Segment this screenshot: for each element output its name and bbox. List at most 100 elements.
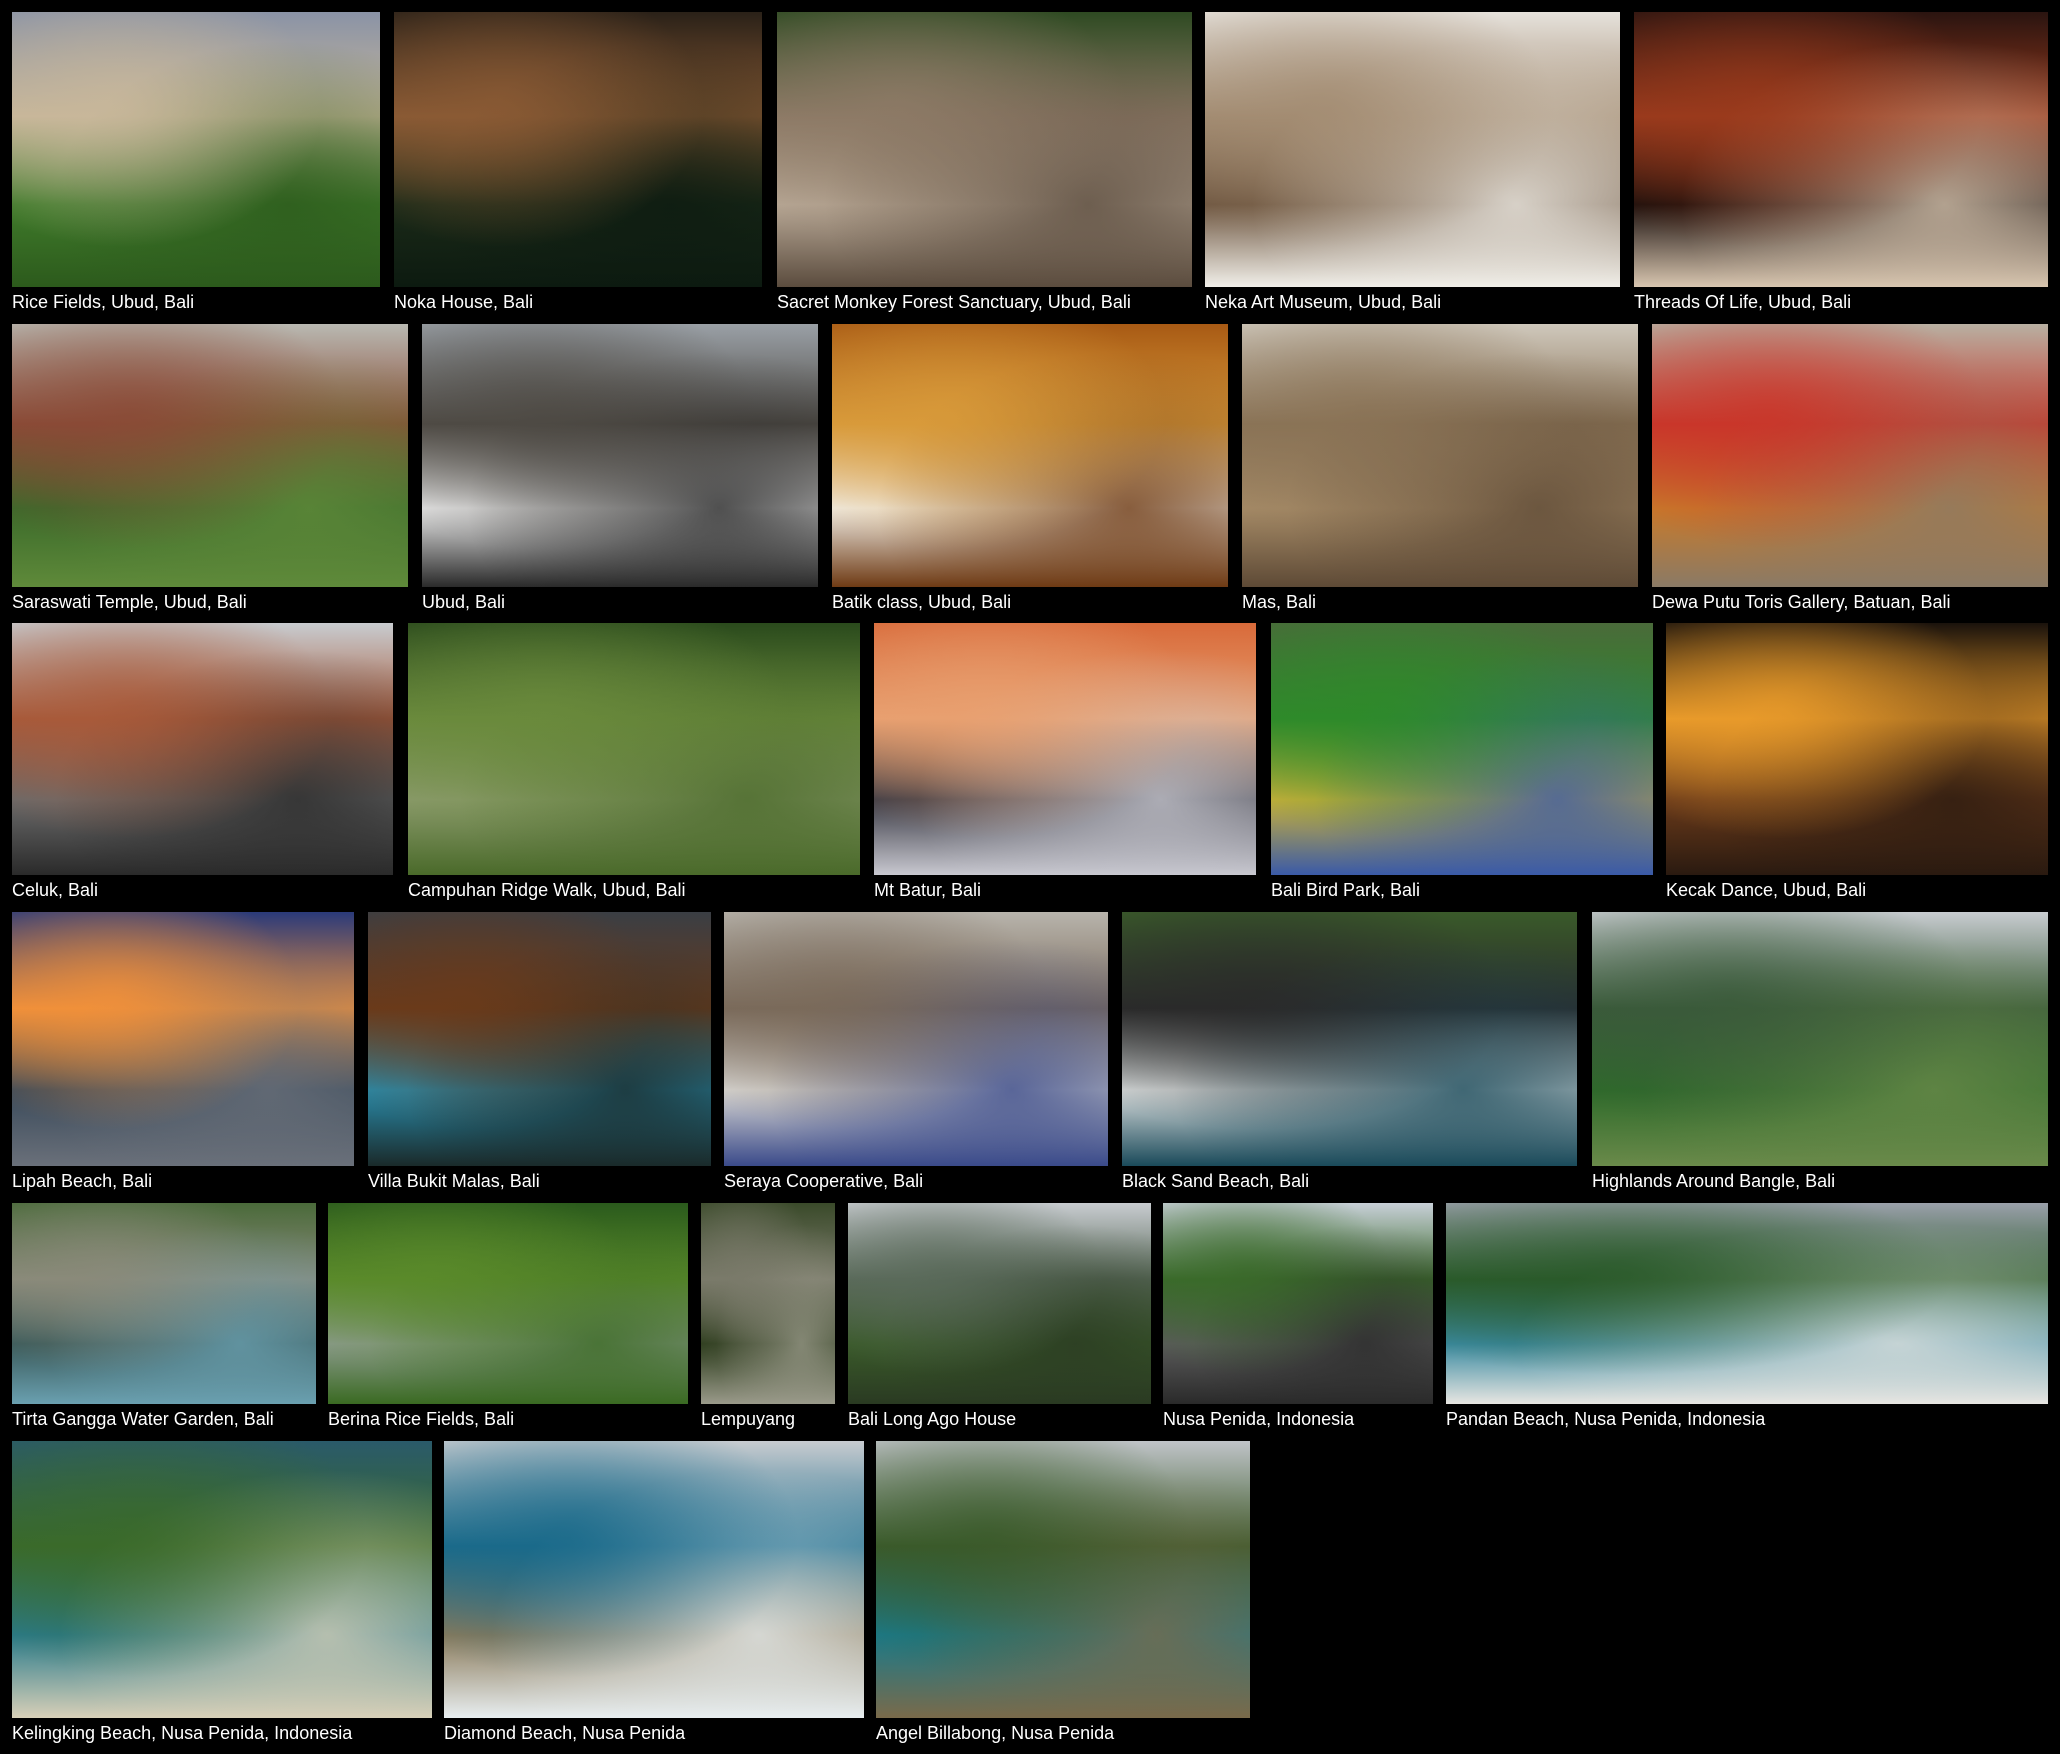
gallery-tile[interactable]: Sacret Monkey Forest Sanctuary, Ubud, Ba…: [777, 12, 1192, 313]
photo-scene: [777, 12, 1192, 287]
gallery-photo[interactable]: [12, 623, 393, 875]
gallery-tile[interactable]: Batik class, Ubud, Bali: [832, 324, 1228, 613]
photo-scene: [12, 912, 354, 1166]
gallery-photo[interactable]: [12, 1441, 432, 1718]
photo-caption[interactable]: Berina Rice Fields, Bali: [328, 1408, 514, 1430]
photo-caption[interactable]: Kecak Dance, Ubud, Bali: [1666, 879, 1866, 901]
photo-scene: [328, 1203, 688, 1404]
gallery-photo[interactable]: [1163, 1203, 1433, 1404]
gallery-tile[interactable]: Saraswati Temple, Ubud, Bali: [12, 324, 408, 613]
photo-scene: [368, 912, 711, 1166]
gallery-photo[interactable]: [1592, 912, 2048, 1166]
photo-caption[interactable]: Kelingking Beach, Nusa Penida, Indonesia: [12, 1722, 352, 1744]
photo-caption[interactable]: Dewa Putu Toris Gallery, Batuan, Bali: [1652, 591, 1950, 613]
photo-caption[interactable]: Campuhan Ridge Walk, Ubud, Bali: [408, 879, 685, 901]
gallery-tile[interactable]: Mas, Bali: [1242, 324, 1638, 613]
photo-scene: [1271, 623, 1653, 875]
gallery-photo[interactable]: [832, 324, 1228, 587]
gallery-photo[interactable]: [1666, 623, 2048, 875]
photo-caption[interactable]: Lempuyang: [701, 1408, 795, 1430]
gallery-tile[interactable]: Black Sand Beach, Bali: [1122, 912, 1577, 1192]
gallery-tile[interactable]: Berina Rice Fields, Bali: [328, 1203, 688, 1430]
gallery-tile[interactable]: Lipah Beach, Bali: [12, 912, 354, 1192]
gallery-tile[interactable]: Angel Billabong, Nusa Penida: [876, 1441, 1250, 1744]
photo-caption[interactable]: Saraswati Temple, Ubud, Bali: [12, 591, 247, 613]
photo-scene: [12, 12, 380, 287]
gallery-tile[interactable]: Tirta Gangga Water Garden, Bali: [12, 1203, 316, 1430]
photo-scene: [1446, 1203, 2048, 1404]
gallery-photo[interactable]: [1205, 12, 1620, 287]
gallery-tile[interactable]: Neka Art Museum, Ubud, Bali: [1205, 12, 1620, 313]
gallery-tile[interactable]: Noka House, Bali: [394, 12, 762, 313]
gallery-photo[interactable]: [1652, 324, 2048, 587]
photo-scene: [1205, 12, 1620, 287]
gallery-photo[interactable]: [444, 1441, 864, 1718]
photo-caption[interactable]: Celuk, Bali: [12, 879, 98, 901]
photo-caption[interactable]: Threads Of Life, Ubud, Bali: [1634, 291, 1851, 313]
gallery-tile[interactable]: Mt Batur, Bali: [874, 623, 1256, 901]
gallery-photo[interactable]: [724, 912, 1108, 1166]
gallery-photo[interactable]: [12, 1203, 316, 1404]
photo-scene: [1163, 1203, 1433, 1404]
photo-caption[interactable]: Neka Art Museum, Ubud, Bali: [1205, 291, 1441, 313]
gallery-photo[interactable]: [1122, 912, 1577, 1166]
gallery-tile[interactable]: Seraya Cooperative, Bali: [724, 912, 1108, 1192]
gallery-tile[interactable]: Rice Fields, Ubud, Bali: [12, 12, 380, 313]
photo-caption[interactable]: Bali Bird Park, Bali: [1271, 879, 1420, 901]
gallery-photo[interactable]: [12, 324, 408, 587]
photo-caption[interactable]: Bali Long Ago House: [848, 1408, 1016, 1430]
gallery-tile[interactable]: Pandan Beach, Nusa Penida, Indonesia: [1446, 1203, 2048, 1430]
gallery-photo[interactable]: [394, 12, 762, 287]
photo-caption[interactable]: Sacret Monkey Forest Sanctuary, Ubud, Ba…: [777, 291, 1131, 313]
photo-caption[interactable]: Lipah Beach, Bali: [12, 1170, 152, 1192]
gallery-tile[interactable]: Dewa Putu Toris Gallery, Batuan, Bali: [1652, 324, 2048, 613]
gallery-photo[interactable]: [1271, 623, 1653, 875]
gallery-tile[interactable]: Highlands Around Bangle, Bali: [1592, 912, 2048, 1192]
gallery-tile[interactable]: Bali Long Ago House: [848, 1203, 1151, 1430]
photo-caption[interactable]: Highlands Around Bangle, Bali: [1592, 1170, 1835, 1192]
gallery-tile[interactable]: Celuk, Bali: [12, 623, 393, 901]
photo-caption[interactable]: Black Sand Beach, Bali: [1122, 1170, 1309, 1192]
photo-scene: [876, 1441, 1250, 1718]
photo-scene: [1652, 324, 2048, 587]
gallery-photo[interactable]: [368, 912, 711, 1166]
gallery-tile[interactable]: Threads Of Life, Ubud, Bali: [1634, 12, 2048, 313]
gallery-photo[interactable]: [1242, 324, 1638, 587]
gallery-photo[interactable]: [777, 12, 1192, 287]
gallery-photo[interactable]: [12, 912, 354, 1166]
gallery-tile[interactable]: Lempuyang: [701, 1203, 835, 1430]
gallery-photo[interactable]: [848, 1203, 1151, 1404]
gallery-tile[interactable]: Bali Bird Park, Bali: [1271, 623, 1653, 901]
gallery-photo[interactable]: [1634, 12, 2048, 287]
photo-caption[interactable]: Pandan Beach, Nusa Penida, Indonesia: [1446, 1408, 1765, 1430]
photo-caption[interactable]: Batik class, Ubud, Bali: [832, 591, 1011, 613]
gallery-tile[interactable]: Diamond Beach, Nusa Penida: [444, 1441, 864, 1744]
photo-caption[interactable]: Diamond Beach, Nusa Penida: [444, 1722, 685, 1744]
gallery-photo[interactable]: [328, 1203, 688, 1404]
gallery-tile[interactable]: Nusa Penida, Indonesia: [1163, 1203, 1433, 1430]
photo-caption[interactable]: Angel Billabong, Nusa Penida: [876, 1722, 1114, 1744]
gallery-photo[interactable]: [874, 623, 1256, 875]
photo-caption[interactable]: Rice Fields, Ubud, Bali: [12, 291, 194, 313]
gallery-tile[interactable]: Campuhan Ridge Walk, Ubud, Bali: [408, 623, 860, 901]
photo-caption[interactable]: Seraya Cooperative, Bali: [724, 1170, 923, 1192]
gallery-photo[interactable]: [876, 1441, 1250, 1718]
gallery-tile[interactable]: Villa Bukit Malas, Bali: [368, 912, 711, 1192]
photo-caption[interactable]: Mt Batur, Bali: [874, 879, 981, 901]
photo-scene: [701, 1203, 835, 1404]
gallery-tile[interactable]: Kelingking Beach, Nusa Penida, Indonesia: [12, 1441, 432, 1744]
photo-caption[interactable]: Tirta Gangga Water Garden, Bali: [12, 1408, 274, 1430]
gallery-photo[interactable]: [1446, 1203, 2048, 1404]
gallery-photo[interactable]: [12, 12, 380, 287]
gallery-photo[interactable]: [701, 1203, 835, 1404]
photo-caption[interactable]: Mas, Bali: [1242, 591, 1316, 613]
gallery-tile[interactable]: Kecak Dance, Ubud, Bali: [1666, 623, 2048, 901]
gallery-photo[interactable]: [422, 324, 818, 587]
gallery-photo[interactable]: [408, 623, 860, 875]
photo-caption[interactable]: Villa Bukit Malas, Bali: [368, 1170, 540, 1192]
gallery-tile[interactable]: Ubud, Bali: [422, 324, 818, 613]
photo-caption[interactable]: Ubud, Bali: [422, 591, 505, 613]
photo-caption[interactable]: Nusa Penida, Indonesia: [1163, 1408, 1354, 1430]
photo-caption[interactable]: Noka House, Bali: [394, 291, 533, 313]
photo-scene: [1242, 324, 1638, 587]
